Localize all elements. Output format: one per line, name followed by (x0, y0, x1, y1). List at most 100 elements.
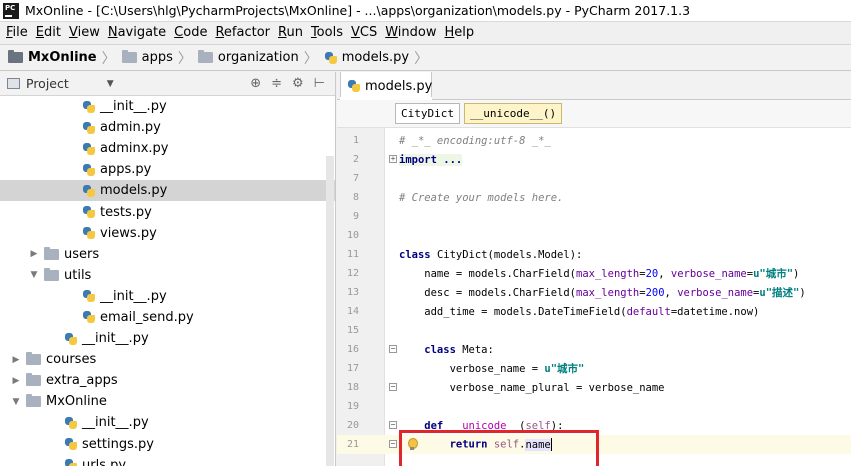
menu-item-tools[interactable]: Tools (307, 25, 347, 40)
editor-tab-label: models.py (365, 78, 433, 94)
menu-label: iew (77, 25, 100, 40)
nav-crumb-organization[interactable]: organization (197, 50, 299, 65)
menu-item-navigate[interactable]: Navigate (104, 25, 170, 40)
editor-tab-models[interactable]: models.py (340, 72, 432, 100)
nav-crumb-file[interactable]: models.py (324, 50, 409, 65)
chevron-down-icon[interactable]: ▼ (28, 270, 40, 280)
folder-icon (197, 50, 213, 63)
python-file-icon (82, 163, 96, 177)
code-area[interactable]: 1 # _*_ encoding:utf-8 _*_ 2 + import ..… (337, 128, 851, 466)
chevron-down-icon[interactable]: ▼ (107, 79, 114, 89)
fold-end-icon[interactable]: − (389, 383, 397, 391)
tree-item---init---py[interactable]: __init__.py (0, 328, 335, 349)
project-tree-scrollbar[interactable] (326, 156, 334, 466)
tree-item-courses[interactable]: ▶ courses (0, 349, 335, 370)
python-file-icon (347, 79, 361, 93)
python-file-icon (64, 437, 78, 451)
python-file-icon (82, 142, 96, 156)
code-line-8[interactable]: 8 # Create your models here. (337, 188, 851, 207)
line-number: 9 (352, 211, 359, 223)
folder-icon (44, 267, 59, 281)
tree-item-views-py[interactable]: views.py (0, 223, 335, 244)
collapsed-import[interactable]: import ... (399, 154, 462, 166)
tree-item-models-py[interactable]: models.py (0, 180, 335, 202)
nav-crumb-organization-label: organization (217, 50, 299, 65)
tree-item-urls-py[interactable]: urls.py (0, 455, 335, 466)
python-file-icon (64, 416, 78, 430)
code-line-14[interactable]: 14 add_time = models.DateTimeField(defau… (337, 302, 851, 321)
menu-item-edit[interactable]: Edit (32, 25, 65, 40)
code-line-13[interactable]: 13 desc = models.CharField(max_length=20… (337, 283, 851, 302)
fold-end-icon[interactable]: − (389, 440, 397, 448)
chevron-right-icon[interactable]: ▶ (10, 376, 22, 386)
code-line-20[interactable]: 20 − def __unicode__(self): (337, 416, 851, 435)
code-line-19[interactable]: 19 (337, 397, 851, 416)
tree-item-tests-py[interactable]: tests.py (0, 201, 335, 222)
project-panel-title[interactable]: Project (26, 76, 69, 91)
menu-label: indow (397, 25, 437, 40)
menu-item-help[interactable]: Help (441, 25, 479, 40)
code-line-16[interactable]: 16 − class Meta: (337, 340, 851, 359)
tree-item-adminx-py[interactable]: adminx.py (0, 138, 335, 159)
tree-item-label: admin.py (100, 120, 161, 136)
locate-target-icon[interactable]: ⊕ (250, 76, 261, 91)
code-line-2[interactable]: 2 + import ... (337, 150, 851, 169)
tree-item---init---py[interactable]: __init__.py (0, 412, 335, 433)
line-number: 19 (346, 401, 359, 413)
code-line-9[interactable]: 9 (337, 207, 851, 226)
menu-mnemonic: E (35, 25, 44, 40)
menu-item-run[interactable]: Run (274, 25, 307, 40)
nav-crumb-apps[interactable]: apps (121, 50, 173, 65)
breadcrumb-method-unicode[interactable]: __unicode__() (463, 103, 563, 124)
nav-crumb-project[interactable]: MxOnline (8, 50, 97, 65)
menu-item-vcs[interactable]: VCS (347, 25, 381, 40)
fold-collapse-icon[interactable]: − (389, 421, 397, 429)
code-line-12[interactable]: 12 name = models.CharField(max_length=20… (337, 264, 851, 283)
code-line-11[interactable]: 11 class CityDict(models.Model): (337, 245, 851, 264)
menu-item-window[interactable]: Window (381, 25, 440, 40)
code-editor: models.py CityDict __unicode__() 1 # _*_… (337, 72, 851, 466)
chevron-right-icon: 〉 (303, 50, 318, 67)
line-number: 20 (346, 420, 359, 432)
chevron-right-icon[interactable]: ▶ (10, 355, 22, 365)
collapse-all-icon[interactable]: ≑ (271, 76, 282, 91)
menu-item-view[interactable]: View (65, 25, 104, 40)
text-cursor (550, 438, 552, 452)
tree-item-utils[interactable]: ▼ utils (0, 265, 335, 286)
chevron-down-icon[interactable]: ▼ (10, 397, 22, 407)
chevron-right-icon: 〉 (101, 50, 116, 67)
menu-bar: File Edit View Navigate Code Refactor Run Tools… (0, 22, 851, 43)
folder-icon (26, 373, 41, 387)
chevron-right-icon: 〉 (177, 50, 192, 67)
code-line-21[interactable]: 21 − return self.name (337, 435, 851, 455)
python-file-icon (324, 51, 338, 65)
editor-tab-strip: models.py (337, 72, 851, 100)
tree-item-mxonline[interactable]: ▼ MxOnline (0, 391, 335, 412)
code-line-7[interactable]: 7 (337, 169, 851, 188)
code-line-10[interactable]: 10 (337, 226, 851, 245)
tree-item-extra-apps[interactable]: ▶ extra_apps (0, 370, 335, 391)
gear-icon[interactable]: ⚙ (292, 76, 304, 91)
code-line-17[interactable]: 17 verbose_name = u"城市" (337, 359, 851, 378)
menu-item-code[interactable]: Code (170, 25, 211, 40)
project-view-icon (7, 78, 20, 89)
menu-item-refactor[interactable]: Refactor (211, 25, 274, 40)
code-line-1[interactable]: 1 # _*_ encoding:utf-8 _*_ (337, 131, 851, 150)
tree-item-settings-py[interactable]: settings.py (0, 434, 335, 455)
code-line-18[interactable]: 18 − verbose_name_plural = verbose_name (337, 378, 851, 397)
hide-panel-icon[interactable]: ⊢ (314, 76, 325, 91)
tree-item---init---py[interactable]: __init__.py (0, 286, 335, 307)
fold-collapse-icon[interactable]: − (389, 345, 397, 353)
tree-item-email-send-py[interactable]: email_send.py (0, 307, 335, 328)
python-file-icon (82, 184, 96, 198)
python-file-icon (82, 100, 96, 114)
tree-item-admin-py[interactable]: admin.py (0, 117, 335, 138)
menu-item-file[interactable]: File (2, 25, 32, 40)
tree-item---init---py[interactable]: __init__.py (0, 96, 335, 117)
breadcrumb-class-citydict[interactable]: CityDict (395, 103, 460, 124)
chevron-right-icon[interactable]: ▶ (28, 249, 40, 259)
fold-expand-icon[interactable]: + (389, 155, 397, 163)
code-line-15[interactable]: 15 (337, 321, 851, 340)
tree-item-apps-py[interactable]: apps.py (0, 159, 335, 180)
tree-item-users[interactable]: ▶ users (0, 244, 335, 265)
